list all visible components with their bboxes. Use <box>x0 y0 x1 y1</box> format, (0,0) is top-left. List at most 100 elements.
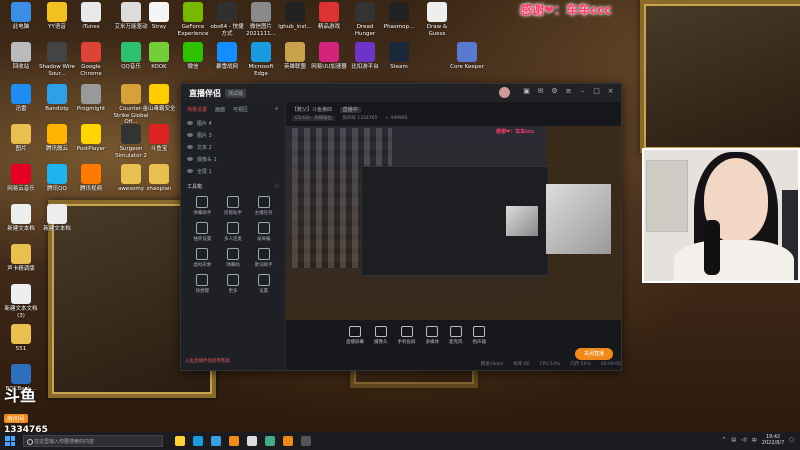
desktop-icon[interactable]: Steam <box>380 42 418 71</box>
source-item[interactable]: 全屏 1 <box>181 165 285 177</box>
notification-icon[interactable]: ▢ <box>789 437 794 443</box>
windows-start-icon[interactable] <box>5 436 15 446</box>
desktop-icon[interactable]: 金山毒霸安全 <box>140 84 178 113</box>
clock[interactable]: 19:42 2022/8/7 <box>762 434 784 446</box>
close-icon[interactable]: × <box>606 87 615 96</box>
desktop-icon[interactable]: 微信 <box>174 42 212 71</box>
desktop-icon[interactable]: zhaopian <box>140 164 178 193</box>
eye-icon[interactable] <box>187 169 193 173</box>
desktop-icon[interactable]: 微信图片 2021111... <box>242 2 280 37</box>
user-avatar[interactable] <box>499 87 510 98</box>
room-category[interactable]: CS:GO - 天梯排位 <box>292 116 336 121</box>
desktop-icon[interactable]: YY语音 <box>38 2 76 31</box>
desktop-icon[interactable]: 腾讯微云 <box>38 124 76 153</box>
desktop-icon[interactable]: Bandizip <box>38 84 76 113</box>
desktop-icon[interactable]: 此电脑 <box>2 2 40 31</box>
control-button[interactable]: 摄像头 <box>374 325 388 345</box>
desktop-icon[interactable]: 新建文本档 <box>2 204 40 233</box>
taskbar-app-icon[interactable] <box>247 436 257 446</box>
taskbar-app-icon[interactable] <box>265 436 275 446</box>
tool-item[interactable]: 主播任务 <box>248 196 279 216</box>
source-item[interactable]: 图片 3 <box>181 129 285 141</box>
control-button[interactable]: 扬声器 <box>473 325 486 345</box>
tab-canvas[interactable]: 画面 <box>215 106 225 113</box>
taskbar-app-icon[interactable] <box>301 436 311 446</box>
menu-icon[interactable]: ≡ <box>564 87 573 96</box>
desktop-icon[interactable]: 斗鱼宝 <box>140 124 178 153</box>
desktop-icon[interactable]: Core Keeper <box>448 42 486 71</box>
desktop-icon[interactable]: PostPlayer <box>72 124 110 153</box>
source-item[interactable]: 摄像头 1 <box>181 153 285 165</box>
tray-up-icon[interactable]: ^ <box>722 437 726 443</box>
tool-item[interactable]: 录屏编 <box>248 222 279 242</box>
desktop-icon[interactable]: iTunes <box>72 2 110 31</box>
desktop-icon[interactable]: KOOK <box>140 42 178 71</box>
desktop-icon[interactable]: Dread Hunger <box>346 2 384 37</box>
gift-icon[interactable]: ▣ <box>522 87 531 96</box>
tool-item[interactable]: 歌词助手 <box>248 248 279 268</box>
add-source-icon[interactable]: + <box>275 106 279 113</box>
taskbar-app-icon[interactable] <box>175 436 185 446</box>
eye-icon[interactable] <box>187 121 193 125</box>
message-icon[interactable]: ✉ <box>536 87 545 96</box>
tool-item[interactable]: 快捷键 <box>187 274 218 294</box>
control-button[interactable]: 多媒体 <box>426 325 439 345</box>
toolbox-more-icon[interactable]: ◌ <box>275 183 279 190</box>
desktop-icon[interactable]: 迅雷 <box>2 84 40 113</box>
tab-scene[interactable]: 场景设置 <box>187 106 207 113</box>
desktop-icon[interactable]: 图片 <box>2 124 40 153</box>
taskbar-app-icon[interactable] <box>193 436 203 446</box>
control-button[interactable]: 手机投屏 <box>398 325 416 345</box>
source-item[interactable]: 文本 2 <box>181 141 285 153</box>
desktop-icon[interactable]: 回收站 <box>2 42 40 71</box>
tool-item[interactable]: 更多 <box>218 274 249 294</box>
volume-icon[interactable]: ◁) <box>741 437 747 443</box>
tool-item[interactable]: 弹幕助手 <box>187 196 218 216</box>
maximize-icon[interactable]: □ <box>592 87 601 96</box>
desktop-icon[interactable]: 英雄联盟 <box>276 42 314 71</box>
desktop-icon[interactable]: GeForce Experience <box>174 2 212 37</box>
network-icon[interactable]: ▤ <box>731 437 736 443</box>
minimize-icon[interactable]: – <box>578 87 587 96</box>
tool-item[interactable]: 设置 <box>248 274 279 294</box>
desktop-icon[interactable]: 腾讯QQ <box>38 164 76 193</box>
desktop-icon[interactable]: Progmight <box>72 84 110 113</box>
desktop-icon[interactable]: 新建文本文档(3) <box>2 284 40 319</box>
eye-icon[interactable] <box>187 157 193 161</box>
help-link[interactable]: 斗鱼直播伴侣使用帮助 <box>185 358 230 364</box>
desktop-icon[interactable]: 551 <box>2 324 40 353</box>
eye-icon[interactable] <box>187 133 193 137</box>
desktop-icon[interactable]: 精品游戏 <box>310 2 348 31</box>
desktop-icon[interactable]: Shadow Wire Sour... <box>38 42 76 77</box>
desktop-icon[interactable]: 新建文本档 <box>38 204 76 233</box>
desktop-icon[interactable]: obs64 - 快捷方式 <box>208 2 246 37</box>
tool-item[interactable]: 多人连麦 <box>218 222 249 242</box>
desktop-icon[interactable]: Stray <box>140 2 178 31</box>
stream-preview[interactable]: 感谢❤：车车ccc <box>286 126 621 320</box>
taskbar-app-icon[interactable] <box>229 436 239 446</box>
eye-icon[interactable] <box>187 145 193 149</box>
taskbar-app-icon[interactable] <box>211 436 221 446</box>
taskbar-search[interactable]: 在这里输入你要搜索的内容 <box>23 435 163 447</box>
tool-item[interactable]: 弹幕助 <box>218 248 249 268</box>
tool-item[interactable]: 虚拟形象 <box>187 248 218 268</box>
tab-visible[interactable]: 可视区 <box>233 106 248 113</box>
tool-item[interactable]: 房管助手 <box>218 196 249 216</box>
desktop-icon[interactable]: lghub_inst... <box>276 2 314 31</box>
tool-item[interactable]: 抽奖设置 <box>187 222 218 242</box>
desktop-icon[interactable]: 网易UU加速器 <box>310 42 348 71</box>
desktop-icon[interactable]: 声卡精调版 <box>2 244 40 273</box>
desktop-icon[interactable]: 网易云音乐 <box>2 164 40 193</box>
source-item[interactable]: 图片 4 <box>181 117 285 129</box>
taskbar-app-icon[interactable] <box>283 436 293 446</box>
desktop-icon[interactable]: Draw & Guess <box>418 2 456 37</box>
control-button[interactable]: 麦克风 <box>449 325 463 345</box>
desktop-icon[interactable]: 比扣游平台 <box>346 42 384 71</box>
desktop-icon[interactable]: 暴雪战网 <box>208 42 246 71</box>
desktop-icon[interactable]: Microsoft Edge <box>242 42 280 77</box>
desktop-icon[interactable]: Google Chrome <box>72 42 110 77</box>
desktop-icon[interactable]: Phasmop... <box>380 2 418 31</box>
control-button[interactable]: 直播屏幕 <box>346 325 364 345</box>
desktop-icon[interactable]: 腾讯视频 <box>72 164 110 193</box>
ime-icon[interactable]: 中 <box>752 437 757 444</box>
